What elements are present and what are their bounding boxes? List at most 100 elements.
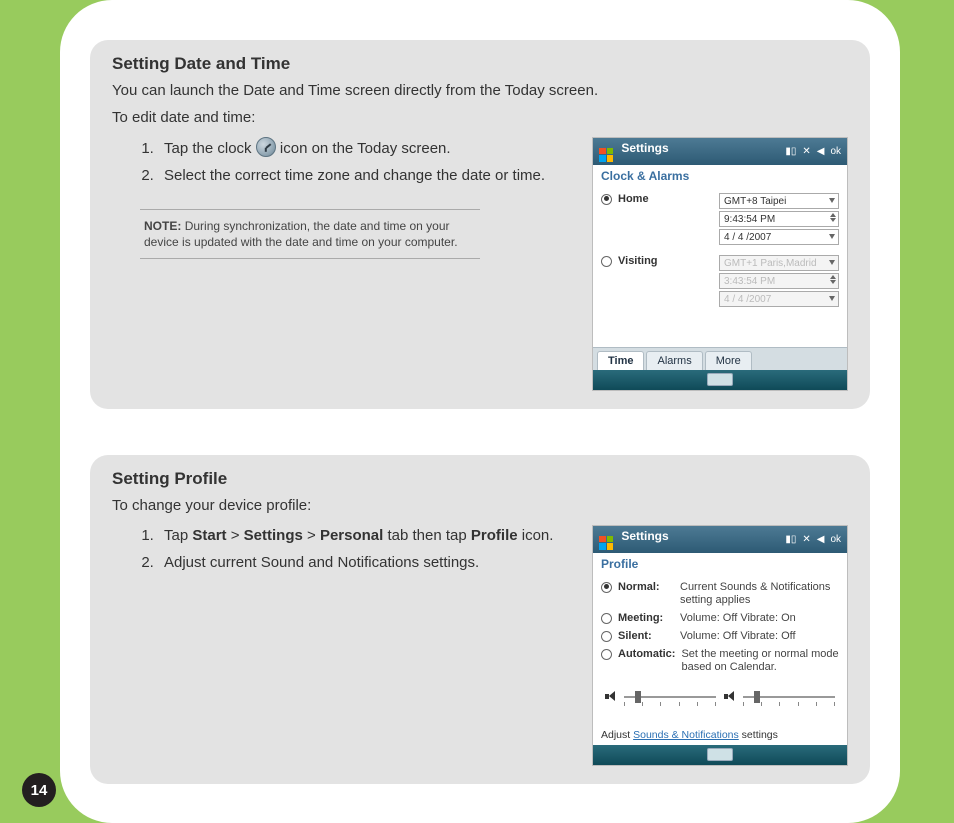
note-text: During synchronization, the date and tim… [144, 219, 458, 249]
visiting-label: Visiting [618, 255, 674, 267]
home-time-value: 9:43:54 PM [724, 214, 775, 225]
note-label: NOTE: [144, 219, 181, 233]
shot1-sys-tray: ▮▯ ✕ ◀ ok [785, 146, 841, 157]
silent-label: Silent: [618, 630, 674, 642]
step-1-text-a: Tap the clock [164, 140, 256, 157]
keyboard-icon[interactable] [707, 373, 733, 386]
home-date-value: 4 / 4 /2007 [724, 232, 771, 243]
step-1: Tap the clock icon on the Today screen. [158, 137, 574, 161]
volume-icon: ◀ [817, 146, 825, 157]
volume-slider-2[interactable] [743, 696, 835, 698]
home-row: Home GMT+8 Taipei 9:43:54 PM 4 / 4 /2007 [601, 193, 839, 245]
chevron-down-icon [829, 234, 835, 239]
steps-list-2: Tap Start > Settings > Personal tab then… [112, 525, 574, 574]
chevron-down-icon [829, 296, 835, 301]
s2s1-settings: Settings [244, 527, 303, 544]
shot2-bottom-bar [593, 745, 847, 765]
s2s1-start: Start [192, 527, 226, 544]
tab-alarms[interactable]: Alarms [646, 351, 702, 370]
shot1-bottom-bar [593, 370, 847, 390]
visit-tz-value: GMT+1 Paris,Madrid [724, 258, 817, 269]
auto-label: Automatic: [618, 648, 675, 660]
step-2: Select the correct time zone and change … [158, 165, 574, 188]
opt-normal-row: Normal: Current Sounds & Notifications s… [601, 581, 839, 609]
screenshot-profile: Settings ▮▯ ✕ ◀ ok Profile Normal: Curre… [592, 525, 848, 766]
visit-timezone-field[interactable]: GMT+1 Paris,Madrid [719, 255, 839, 271]
meeting-label: Meeting: [618, 612, 674, 624]
shot1-subheading: Clock & Alarms [593, 165, 847, 187]
section-profile: Setting Profile To change your device pr… [90, 455, 870, 784]
ok-button[interactable]: ok [830, 534, 841, 545]
wifi-icon: ✕ [802, 534, 810, 545]
steps-list-1: Tap the clock icon on the Today screen. … [112, 137, 574, 187]
page-number-badge: 14 [22, 773, 56, 807]
windows-logo-icon [599, 148, 613, 162]
heading-date-time: Setting Date and Time [112, 54, 848, 74]
s2s1-i: icon. [518, 527, 554, 544]
silent-desc: Volume: Off Vibrate: Off [680, 630, 839, 644]
s2s1-a: Tap [164, 527, 192, 544]
intro-text-1: You can launch the Date and Time screen … [112, 80, 848, 103]
home-timezone-field[interactable]: GMT+8 Taipei [719, 193, 839, 209]
s2s1-c: > [227, 527, 244, 544]
s2s1-g: tab then tap [383, 527, 471, 544]
ok-button[interactable]: ok [830, 146, 841, 157]
home-time-field[interactable]: 9:43:54 PM [719, 211, 839, 227]
steps-column-2: Tap Start > Settings > Personal tab then… [112, 525, 574, 766]
tab-more[interactable]: More [705, 351, 752, 370]
manual-page: Setting Date and Time You can launch the… [60, 0, 900, 823]
heading-profile: Setting Profile [112, 469, 848, 489]
s2s1-profile: Profile [471, 527, 518, 544]
opt-auto-row: Automatic: Set the meeting or normal mod… [601, 648, 839, 676]
signal-icon: ▮▯ [785, 534, 796, 545]
radio-visiting[interactable] [601, 256, 612, 267]
intro-text-2: To edit date and time: [112, 107, 848, 130]
visit-time-field[interactable]: 3:43:54 PM [719, 273, 839, 289]
home-fields: GMT+8 Taipei 9:43:54 PM 4 / 4 /2007 [719, 193, 839, 245]
sounds-notifications-link[interactable]: Sounds & Notifications [633, 729, 739, 741]
speaker-icon [605, 691, 616, 702]
home-label: Home [618, 193, 674, 205]
clock-icon [256, 137, 276, 157]
s2s1-e: > [303, 527, 320, 544]
screenshot-clock-alarms: Settings ▮▯ ✕ ◀ ok Clock & Alarms Home [592, 137, 848, 391]
volume-slider-1[interactable] [624, 696, 716, 698]
section-date-time: Setting Date and Time You can launch the… [90, 40, 870, 409]
shot2-body: Normal: Current Sounds & Notifications s… [593, 575, 847, 725]
chevron-down-icon [829, 198, 835, 203]
spinner-icon [830, 213, 836, 222]
radio-home[interactable] [601, 194, 612, 205]
keyboard-icon[interactable] [707, 748, 733, 761]
sliders-row [605, 691, 835, 702]
shot2-title: Settings [621, 529, 668, 543]
s2s1-personal: Personal [320, 527, 383, 544]
visiting-fields: GMT+1 Paris,Madrid 3:43:54 PM 4 / 4 /200… [719, 255, 839, 307]
radio-automatic[interactable] [601, 649, 612, 660]
profile-step-1: Tap Start > Settings > Personal tab then… [158, 525, 574, 548]
visit-date-value: 4 / 4 /2007 [724, 294, 771, 305]
auto-desc: Set the meeting or normal mode based on … [681, 648, 839, 676]
visit-date-field[interactable]: 4 / 4 /2007 [719, 291, 839, 307]
meeting-desc: Volume: Off Vibrate: On [680, 612, 839, 626]
tab-time[interactable]: Time [597, 351, 644, 370]
radio-silent[interactable] [601, 631, 612, 642]
shot2-sys-tray: ▮▯ ✕ ◀ ok [785, 534, 841, 545]
shot2-title-wrap: Settings [599, 529, 669, 550]
shot2-titlebar: Settings ▮▯ ✕ ◀ ok [593, 526, 847, 553]
radio-normal[interactable] [601, 582, 612, 593]
shot1-title-wrap: Settings [599, 141, 669, 162]
home-date-field[interactable]: 4 / 4 /2007 [719, 229, 839, 245]
step-1-text-b: icon on the Today screen. [280, 140, 451, 157]
visiting-row: Visiting GMT+1 Paris,Madrid 3:43:54 PM 4… [601, 255, 839, 307]
shot1-title: Settings [621, 141, 668, 155]
shot1-titlebar: Settings ▮▯ ✕ ◀ ok [593, 138, 847, 165]
normal-label: Normal: [618, 581, 674, 593]
adjust-a: Adjust [601, 729, 633, 741]
opt-meeting-row: Meeting: Volume: Off Vibrate: On [601, 612, 839, 626]
speaker-icon [724, 691, 735, 702]
spinner-icon [830, 275, 836, 284]
radio-meeting[interactable] [601, 613, 612, 624]
note-box: NOTE: During synchronization, the date a… [140, 209, 480, 259]
home-tz-value: GMT+8 Taipei [724, 196, 786, 207]
adjust-line: Adjust Sounds & Notifications settings [593, 725, 847, 745]
